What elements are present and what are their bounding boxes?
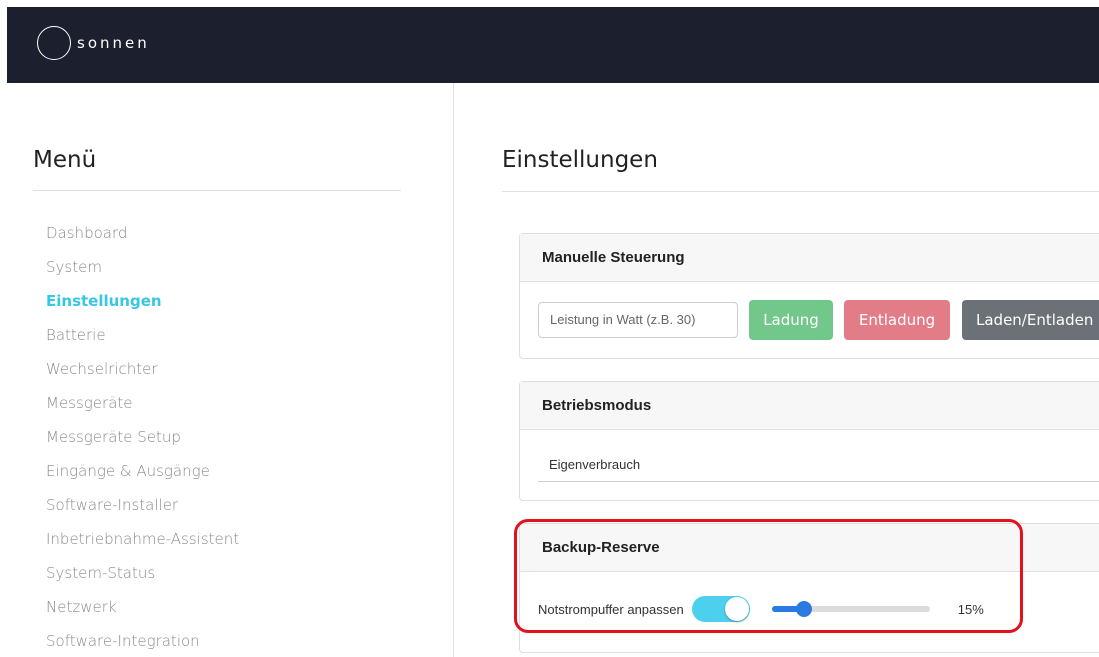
sidebar-title: Menü: [33, 147, 97, 173]
manual-control-card: Manuelle Steuerung Leistung in Watt (z.B…: [519, 233, 1099, 359]
sidebar-item-messgeraete[interactable]: Messgeräte: [46, 386, 239, 420]
logo-circle-icon: [37, 26, 71, 60]
sidebar-item-einstellungen[interactable]: Einstellungen: [46, 284, 239, 318]
sidebar-item-system-status[interactable]: System-Status: [46, 556, 239, 590]
page-title-divider: [502, 191, 1099, 192]
logo-text: sonnen: [77, 34, 150, 52]
watt-input[interactable]: Leistung in Watt (z.B. 30): [538, 302, 738, 338]
sidebar-menu: Dashboard System Einstellungen Batterie …: [46, 216, 239, 657]
manual-control-title: Manuelle Steuerung: [520, 234, 1099, 282]
sidebar-item-netzwerk[interactable]: Netzwerk: [46, 590, 239, 624]
sidebar: Menü Dashboard System Einstellungen Batt…: [7, 83, 454, 657]
sonnen-logo[interactable]: sonnen: [37, 26, 150, 60]
top-bar: sonnen: [7, 7, 1099, 83]
sidebar-item-software-integration[interactable]: Software-Integration: [46, 624, 239, 657]
sidebar-item-dashboard[interactable]: Dashboard: [46, 216, 239, 250]
operating-mode-title: Betriebsmodus: [520, 382, 1099, 430]
operating-mode-card: Betriebsmodus Eigenverbrauch: [519, 381, 1099, 501]
sidebar-item-eingaenge-ausgaenge[interactable]: Eingänge & Ausgänge: [46, 454, 239, 488]
sidebar-item-software-installer[interactable]: Software-Installer: [46, 488, 239, 522]
sidebar-item-messgeraete-setup[interactable]: Messgeräte Setup: [46, 420, 239, 454]
sidebar-item-wechselrichter[interactable]: Wechselrichter: [46, 352, 239, 386]
app-frame: sonnen Menü Dashboard System Einstellung…: [7, 7, 1099, 657]
highlight-annotation: [514, 519, 1023, 633]
discharge-button[interactable]: Entladung: [844, 300, 950, 340]
sidebar-item-system[interactable]: System: [46, 250, 239, 284]
operating-mode-select[interactable]: Eigenverbrauch: [538, 450, 1099, 482]
charge-discharge-button[interactable]: Laden/Entladen: [962, 300, 1099, 340]
page-title: Einstellungen: [502, 147, 658, 173]
sidebar-item-inbetriebnahme-assistent[interactable]: Inbetriebnahme-Assistent: [46, 522, 239, 556]
charge-button[interactable]: Ladung: [749, 300, 833, 340]
sidebar-divider: [33, 190, 401, 191]
sidebar-item-batterie[interactable]: Batterie: [46, 318, 239, 352]
